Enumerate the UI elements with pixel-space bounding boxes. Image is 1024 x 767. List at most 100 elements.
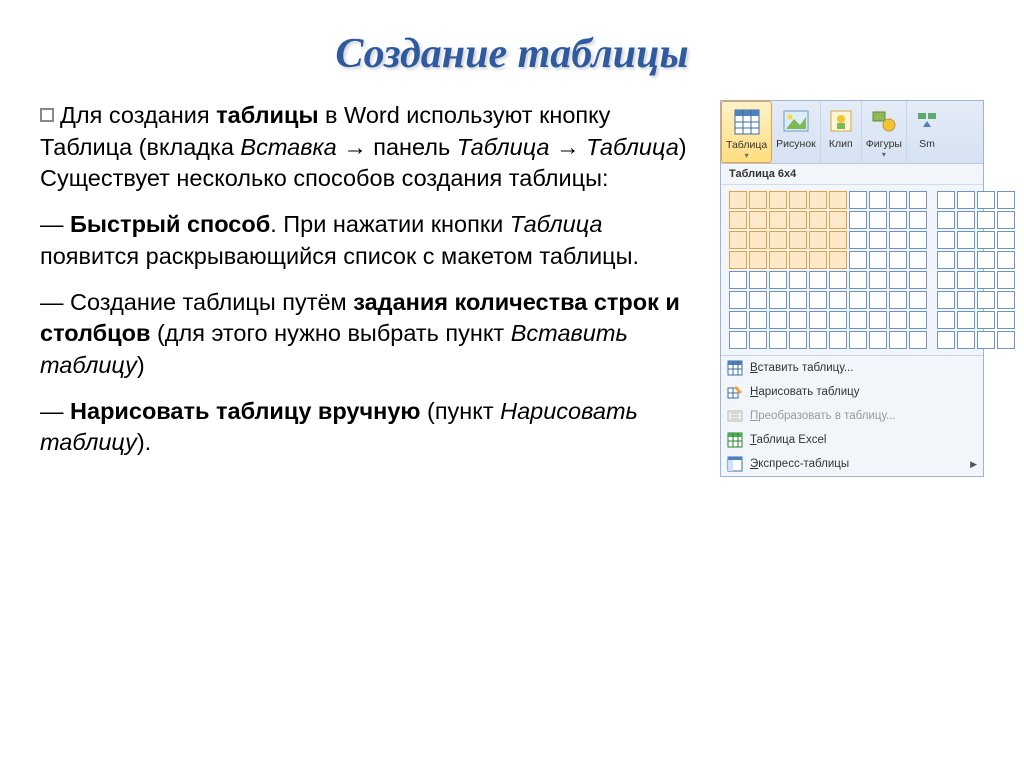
grid-cell[interactable]	[789, 271, 807, 289]
grid-cell[interactable]	[729, 291, 747, 309]
grid-cell[interactable]	[849, 211, 867, 229]
grid-cell[interactable]	[829, 191, 847, 209]
grid-cell[interactable]	[809, 291, 827, 309]
grid-cell[interactable]	[889, 191, 907, 209]
grid-cell[interactable]	[829, 291, 847, 309]
grid-cell[interactable]	[829, 231, 847, 249]
grid-cell[interactable]	[849, 331, 867, 349]
menu-express-tables[interactable]: Экспресс-таблицы ▶	[721, 452, 983, 476]
grid-cell[interactable]	[749, 271, 767, 289]
table-grid-picker[interactable]	[721, 185, 983, 355]
grid-cell[interactable]	[729, 331, 747, 349]
grid-cell[interactable]	[869, 231, 887, 249]
grid-cell[interactable]	[997, 271, 1015, 289]
grid-cell[interactable]	[809, 211, 827, 229]
menu-draw-table[interactable]: Нарисовать таблицу	[721, 380, 983, 404]
grid-cell[interactable]	[729, 191, 747, 209]
grid-cell[interactable]	[829, 211, 847, 229]
grid-cell[interactable]	[977, 331, 995, 349]
grid-cell[interactable]	[729, 271, 747, 289]
grid-cell[interactable]	[749, 291, 767, 309]
grid-cell[interactable]	[809, 271, 827, 289]
grid-cell[interactable]	[957, 291, 975, 309]
grid-cell[interactable]	[749, 231, 767, 249]
grid-cell[interactable]	[909, 271, 927, 289]
grid-cell[interactable]	[849, 191, 867, 209]
grid-cell[interactable]	[789, 191, 807, 209]
grid-cell[interactable]	[789, 231, 807, 249]
grid-cell[interactable]	[957, 331, 975, 349]
grid-cell[interactable]	[977, 291, 995, 309]
ribbon-picture-button[interactable]: Рисунок	[772, 101, 821, 163]
ribbon-clip-button[interactable]: Клип	[821, 101, 862, 163]
grid-cell[interactable]	[769, 251, 787, 269]
grid-cell[interactable]	[809, 331, 827, 349]
grid-cell[interactable]	[849, 271, 867, 289]
grid-cell[interactable]	[869, 191, 887, 209]
ribbon-table-button[interactable]: Таблица ▾	[721, 101, 772, 163]
grid-cell[interactable]	[937, 211, 955, 229]
grid-cell[interactable]	[809, 191, 827, 209]
grid-cell[interactable]	[957, 231, 975, 249]
grid-cell[interactable]	[937, 311, 955, 329]
grid-cell[interactable]	[909, 331, 927, 349]
grid-cell[interactable]	[909, 311, 927, 329]
grid-cell[interactable]	[769, 291, 787, 309]
grid-cell[interactable]	[769, 211, 787, 229]
grid-cell[interactable]	[869, 271, 887, 289]
grid-cell[interactable]	[977, 211, 995, 229]
grid-cell[interactable]	[997, 231, 1015, 249]
grid-cell[interactable]	[789, 251, 807, 269]
grid-cell[interactable]	[909, 191, 927, 209]
grid-cell[interactable]	[909, 231, 927, 249]
grid-cell[interactable]	[889, 231, 907, 249]
grid-cell[interactable]	[977, 251, 995, 269]
grid-cell[interactable]	[909, 211, 927, 229]
grid-cell[interactable]	[909, 291, 927, 309]
grid-cell[interactable]	[749, 251, 767, 269]
grid-cell[interactable]	[957, 251, 975, 269]
grid-cell[interactable]	[729, 211, 747, 229]
grid-cell[interactable]	[937, 251, 955, 269]
grid-cell[interactable]	[729, 231, 747, 249]
grid-cell[interactable]	[749, 331, 767, 349]
grid-cell[interactable]	[997, 251, 1015, 269]
grid-cell[interactable]	[977, 231, 995, 249]
grid-cell[interactable]	[889, 271, 907, 289]
grid-cell[interactable]	[977, 271, 995, 289]
grid-cell[interactable]	[849, 291, 867, 309]
grid-cell[interactable]	[809, 251, 827, 269]
grid-cell[interactable]	[809, 231, 827, 249]
grid-cell[interactable]	[889, 211, 907, 229]
grid-cell[interactable]	[889, 251, 907, 269]
grid-cell[interactable]	[829, 271, 847, 289]
grid-cell[interactable]	[997, 191, 1015, 209]
grid-cell[interactable]	[769, 231, 787, 249]
grid-cell[interactable]	[729, 311, 747, 329]
grid-cell[interactable]	[909, 251, 927, 269]
grid-cell[interactable]	[769, 331, 787, 349]
grid-cell[interactable]	[957, 271, 975, 289]
ribbon-shapes-button[interactable]: Фигуры ▾	[862, 101, 907, 163]
grid-cell[interactable]	[889, 311, 907, 329]
grid-cell[interactable]	[789, 331, 807, 349]
menu-excel-table[interactable]: Таблица Excel	[721, 428, 983, 452]
grid-cell[interactable]	[829, 311, 847, 329]
grid-cell[interactable]	[937, 291, 955, 309]
grid-cell[interactable]	[937, 191, 955, 209]
grid-cell[interactable]	[869, 311, 887, 329]
grid-cell[interactable]	[889, 291, 907, 309]
grid-cell[interactable]	[789, 291, 807, 309]
grid-cell[interactable]	[997, 291, 1015, 309]
grid-cell[interactable]	[889, 331, 907, 349]
grid-cell[interactable]	[937, 331, 955, 349]
grid-cell[interactable]	[849, 311, 867, 329]
menu-insert-table[interactable]: Вставить таблицу...	[721, 356, 983, 380]
grid-cell[interactable]	[849, 251, 867, 269]
grid-cell[interactable]	[937, 271, 955, 289]
grid-cell[interactable]	[849, 231, 867, 249]
grid-cell[interactable]	[789, 211, 807, 229]
grid-cell[interactable]	[869, 291, 887, 309]
grid-cell[interactable]	[869, 251, 887, 269]
grid-cell[interactable]	[769, 271, 787, 289]
